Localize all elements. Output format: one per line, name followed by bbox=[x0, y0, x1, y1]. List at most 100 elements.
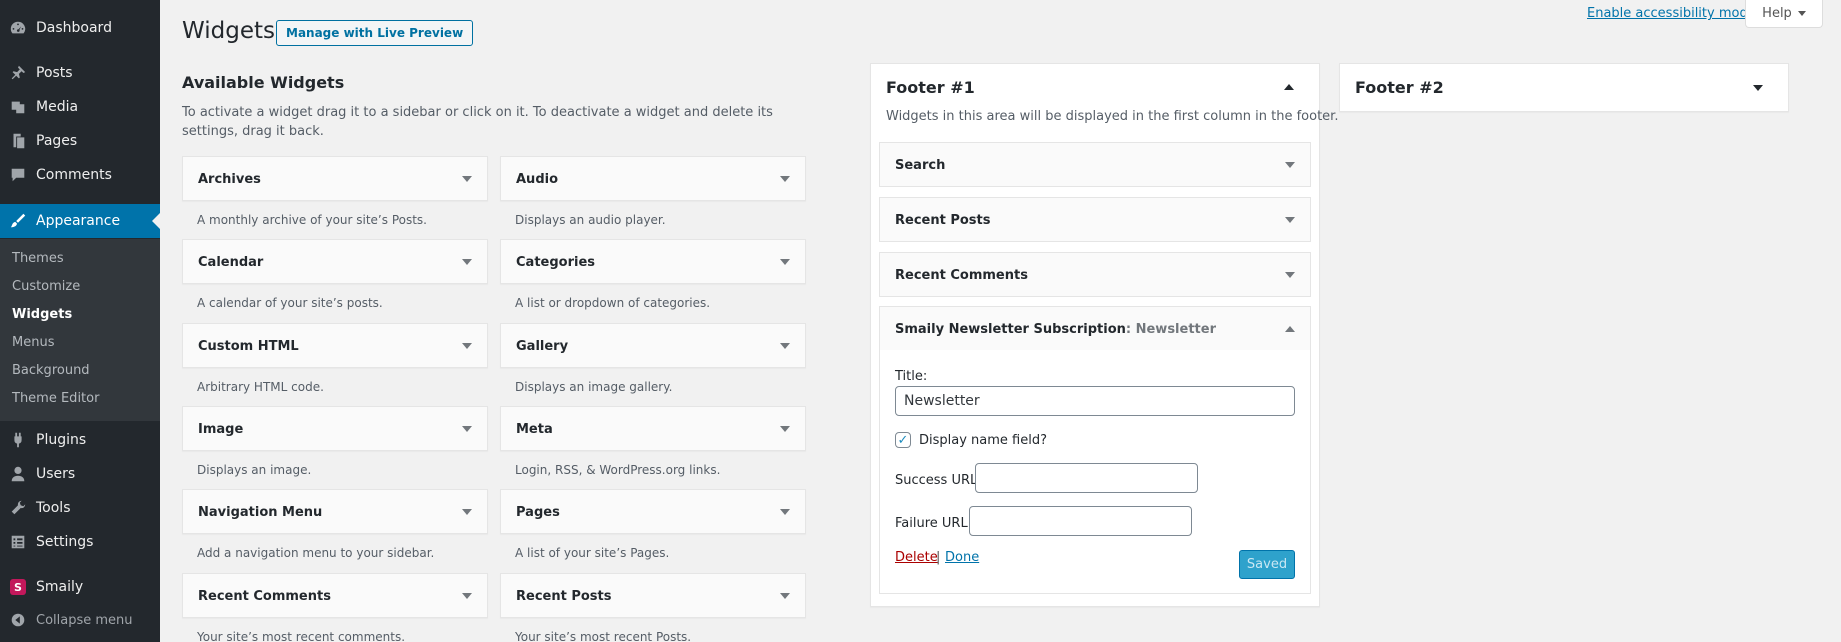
pin-icon bbox=[0, 64, 36, 82]
menu-label: Tools bbox=[36, 500, 71, 516]
saved-button[interactable]: Saved bbox=[1239, 550, 1295, 579]
expand-arrow-icon[interactable] bbox=[1753, 85, 1763, 91]
widget-meta[interactable]: Meta bbox=[500, 406, 806, 451]
widget-title: Recent Posts bbox=[516, 589, 612, 604]
widget-title: Smaily Newsletter Subscription bbox=[895, 322, 1126, 337]
widget-recent-comments[interactable]: Recent Comments bbox=[182, 573, 488, 618]
toggle-arrow-icon[interactable] bbox=[780, 593, 790, 599]
widget-description: A monthly archive of your site’s Posts. bbox=[197, 213, 427, 227]
menu-item-comments[interactable]: Comments bbox=[0, 158, 160, 192]
available-widgets-title: Available Widgets bbox=[182, 73, 345, 92]
dashboard-icon bbox=[0, 19, 36, 37]
toggle-arrow-icon[interactable] bbox=[780, 426, 790, 432]
collapse-arrow-icon[interactable] bbox=[1285, 326, 1295, 332]
footer-2-title[interactable]: Footer #2 bbox=[1355, 78, 1444, 97]
admin-menu: Dashboard Posts Media Pages Comments App… bbox=[0, 0, 160, 642]
menu-label: Comments bbox=[36, 167, 112, 183]
widget-pages[interactable]: Pages bbox=[500, 489, 806, 534]
pages-icon bbox=[0, 132, 36, 150]
done-link[interactable]: Done bbox=[945, 550, 979, 565]
comment-icon bbox=[0, 166, 36, 184]
widget-title: Categories bbox=[516, 255, 596, 270]
collapse-label: Collapse menu bbox=[36, 612, 133, 628]
widget-description: A list of your site’s Pages. bbox=[515, 546, 670, 560]
widget-instance-title: : Newsletter bbox=[1125, 322, 1216, 337]
toggle-arrow-icon[interactable] bbox=[462, 343, 472, 349]
toggle-arrow-icon[interactable] bbox=[462, 176, 472, 182]
menu-item-appearance[interactable]: Appearance bbox=[0, 204, 160, 238]
footer-1-title[interactable]: Footer #1 bbox=[886, 78, 975, 97]
collapse-menu-button[interactable]: Collapse menu bbox=[0, 603, 160, 637]
widget-title: Audio bbox=[516, 172, 559, 187]
toggle-arrow-icon[interactable] bbox=[1285, 217, 1295, 223]
widget-gallery[interactable]: Gallery bbox=[500, 323, 806, 368]
collapse-arrow-icon[interactable] bbox=[1284, 84, 1294, 90]
footer-widget-recent-comments[interactable]: Recent Comments bbox=[879, 252, 1311, 297]
menu-item-tools[interactable]: Tools bbox=[0, 491, 160, 525]
menu-item-posts[interactable]: Posts bbox=[0, 56, 160, 90]
widget-recent-posts[interactable]: Recent Posts bbox=[500, 573, 806, 618]
available-widgets-description: To activate a widget drag it to a sideba… bbox=[182, 105, 773, 139]
toggle-arrow-icon[interactable] bbox=[780, 343, 790, 349]
submenu-themes[interactable]: Themes bbox=[12, 251, 64, 266]
widget-title: Recent Comments bbox=[895, 268, 1028, 283]
toggle-arrow-icon[interactable] bbox=[462, 426, 472, 432]
manage-live-preview-button[interactable]: Manage with Live Preview bbox=[276, 20, 474, 46]
toggle-arrow-icon[interactable] bbox=[780, 259, 790, 265]
page-title: Widgets bbox=[182, 18, 275, 44]
success-url-input[interactable] bbox=[975, 463, 1198, 493]
menu-item-smaily[interactable]: S Smaily bbox=[0, 570, 160, 604]
widget-navigation-menu[interactable]: Navigation Menu bbox=[182, 489, 488, 534]
widget-calendar[interactable]: Calendar bbox=[182, 239, 488, 284]
submenu-theme-editor[interactable]: Theme Editor bbox=[12, 391, 99, 406]
footer-widget-smaily-newsletter[interactable]: Smaily Newsletter Subscription: Newslett… bbox=[879, 306, 1311, 351]
widget-custom-html[interactable]: Custom HTML bbox=[182, 323, 488, 368]
widget-title: Calendar bbox=[198, 255, 264, 270]
failure-url-input[interactable] bbox=[969, 506, 1192, 536]
toggle-arrow-icon[interactable] bbox=[1285, 162, 1295, 168]
menu-item-users[interactable]: Users bbox=[0, 457, 160, 491]
widget-title: Navigation Menu bbox=[198, 505, 323, 520]
menu-label: Media bbox=[36, 99, 79, 115]
widget-title: Recent Posts bbox=[895, 213, 991, 228]
submenu-widgets[interactable]: Widgets bbox=[12, 307, 72, 322]
widget-archives[interactable]: Archives bbox=[182, 156, 488, 201]
menu-item-dashboard[interactable]: Dashboard bbox=[0, 11, 160, 45]
widget-title: Archives bbox=[198, 172, 261, 187]
menu-label: Dashboard bbox=[36, 20, 112, 36]
failure-url-label: Failure URL: bbox=[895, 516, 973, 531]
widget-description: Add a navigation menu to your sidebar. bbox=[197, 546, 435, 560]
submenu-menus[interactable]: Menus bbox=[12, 335, 54, 350]
widget-audio[interactable]: Audio bbox=[500, 156, 806, 201]
help-tab-button[interactable]: Help bbox=[1745, 0, 1823, 28]
submenu-background[interactable]: Background bbox=[12, 363, 90, 378]
display-name-label: Display name field? bbox=[919, 433, 1048, 448]
toggle-arrow-icon[interactable] bbox=[1285, 272, 1295, 278]
widget-description: A calendar of your site’s posts. bbox=[197, 296, 383, 310]
menu-item-plugins[interactable]: Plugins bbox=[0, 423, 160, 457]
display-name-checkbox[interactable]: ✓ bbox=[895, 432, 911, 448]
widget-description: Your site’s most recent Posts. bbox=[515, 630, 692, 642]
toggle-arrow-icon[interactable] bbox=[780, 176, 790, 182]
toggle-arrow-icon[interactable] bbox=[462, 259, 472, 265]
collapse-icon bbox=[0, 611, 36, 629]
widget-categories[interactable]: Categories bbox=[500, 239, 806, 284]
toggle-arrow-icon[interactable] bbox=[462, 509, 472, 515]
delete-link[interactable]: Delete bbox=[895, 550, 938, 565]
widget-title: Recent Comments bbox=[198, 589, 331, 604]
submenu-customize[interactable]: Customize bbox=[12, 279, 80, 294]
chevron-down-icon bbox=[1797, 11, 1806, 16]
title-input[interactable] bbox=[895, 386, 1295, 416]
toggle-arrow-icon[interactable] bbox=[462, 593, 472, 599]
toggle-arrow-icon[interactable] bbox=[780, 509, 790, 515]
widget-image[interactable]: Image bbox=[182, 406, 488, 451]
enable-accessibility-link[interactable]: Enable accessibility mode bbox=[1587, 6, 1756, 21]
footer-widget-recent-posts[interactable]: Recent Posts bbox=[879, 197, 1311, 242]
widget-description: Your site’s most recent comments. bbox=[197, 630, 406, 642]
footer-widget-search[interactable]: Search bbox=[879, 142, 1311, 187]
menu-item-media[interactable]: Media bbox=[0, 90, 160, 124]
menu-item-settings[interactable]: Settings bbox=[0, 525, 160, 559]
menu-item-pages[interactable]: Pages bbox=[0, 124, 160, 158]
widget-title: Pages bbox=[516, 505, 560, 520]
media-icon bbox=[0, 98, 36, 116]
